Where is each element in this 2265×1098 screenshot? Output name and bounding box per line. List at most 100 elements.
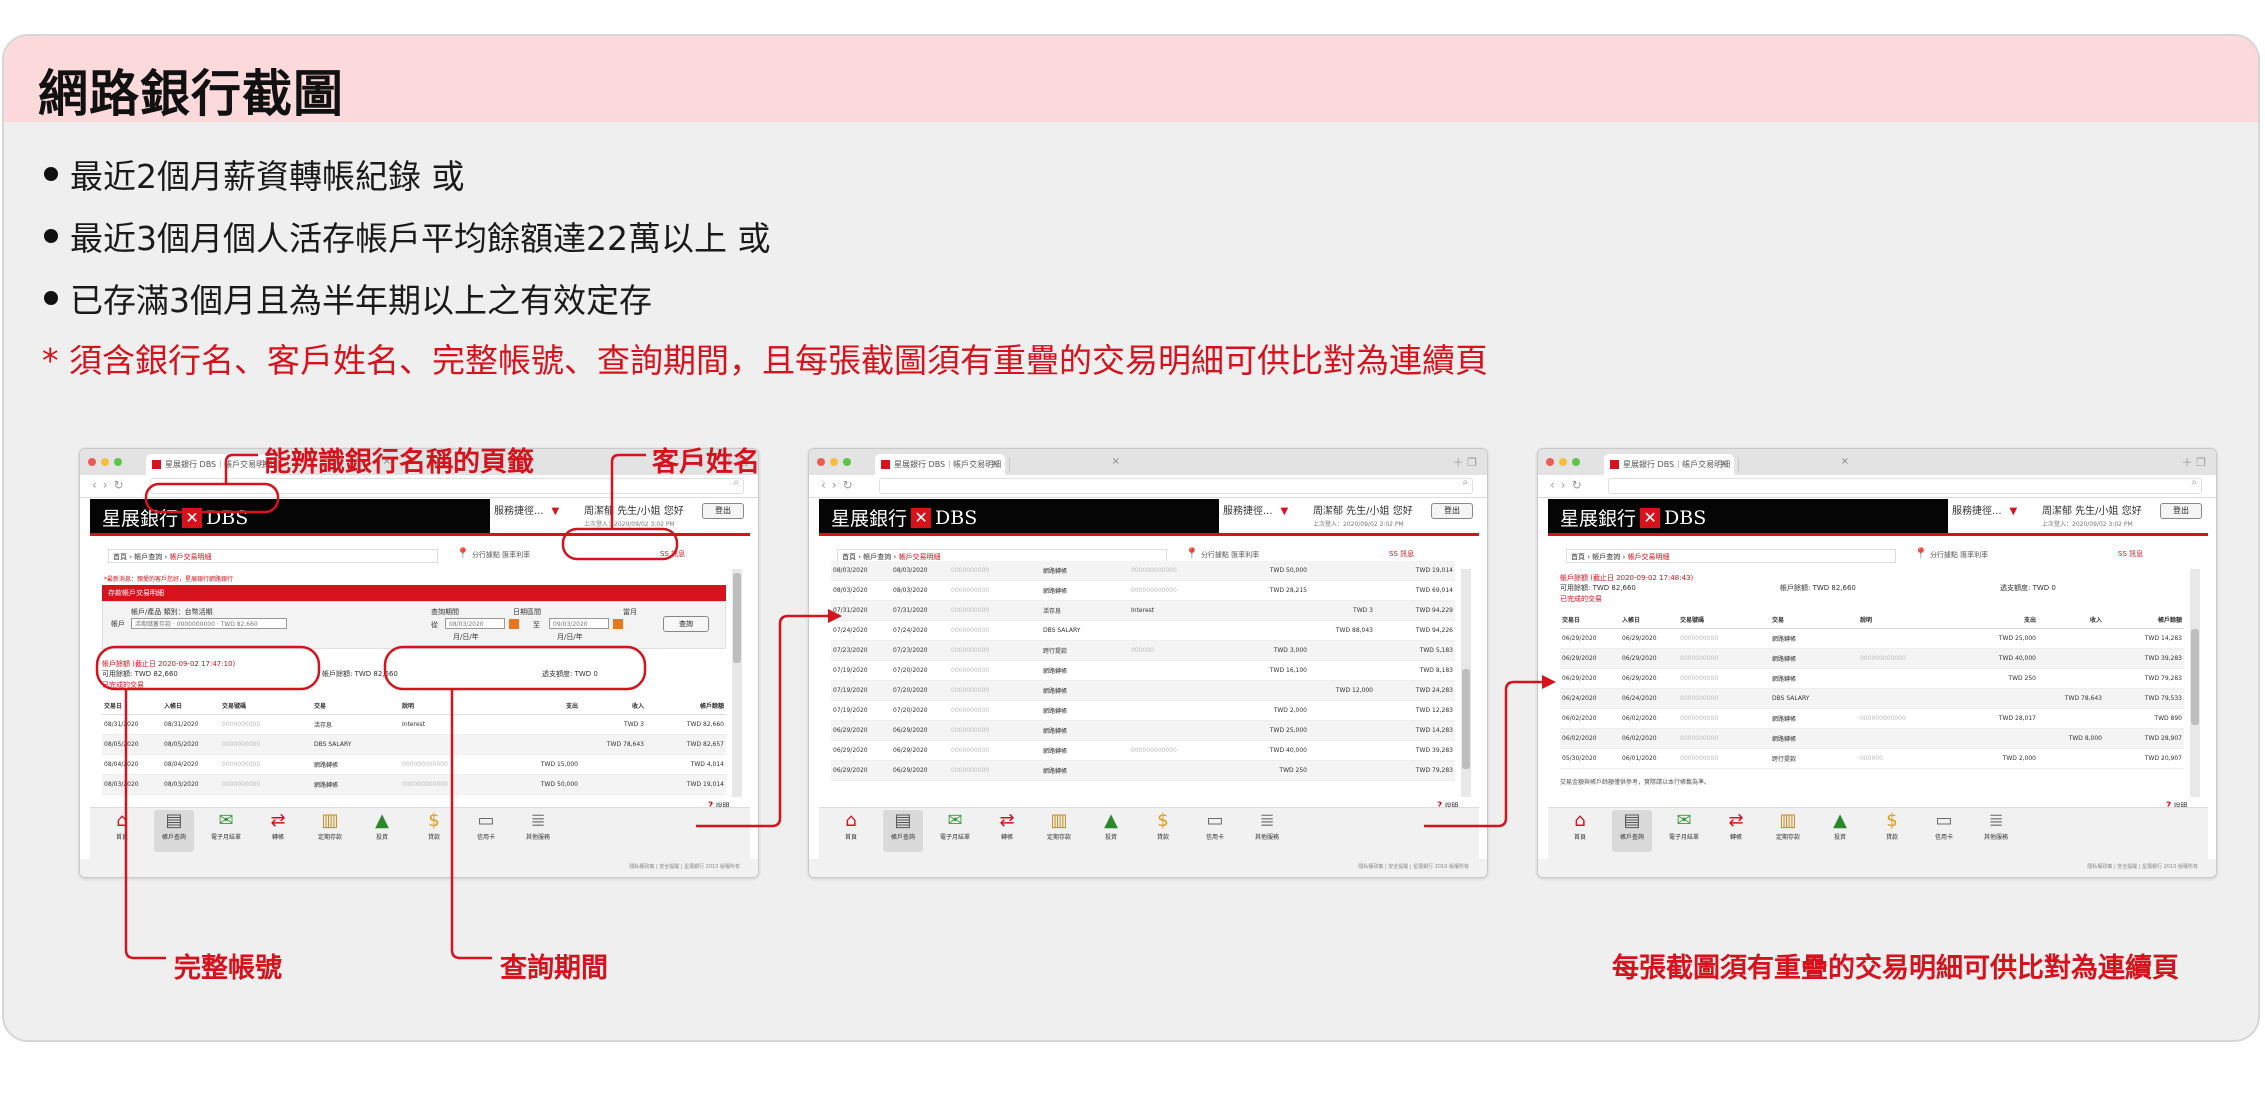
nav-8[interactable]: ≣ 其他服務 bbox=[1976, 810, 2016, 841]
utility-links[interactable]: 📍 分行據點 匯率利率 bbox=[456, 547, 530, 560]
breadcrumb-home[interactable]: 首頁 bbox=[842, 553, 856, 561]
quick-menu[interactable]: 服務捷徑... ▼ bbox=[1952, 502, 2017, 517]
new-tab-icon[interactable]: ＋ ❐ bbox=[1453, 454, 1477, 470]
table-row[interactable]: 06/29/2020 06/29/2020 0000000000 網路轉帳 TWD 25… bbox=[1560, 628, 2184, 649]
calendar-icon[interactable] bbox=[613, 619, 623, 629]
account-select[interactable]: 活期儲蓄存款 · 0000000000 · TWD 82,660 bbox=[131, 618, 287, 629]
search-icon[interactable]: ⌕ bbox=[2191, 477, 2197, 488]
maximize-dot[interactable] bbox=[1572, 458, 1580, 466]
table-row[interactable]: 07/24/2020 07/24/2020 0000000000 DBS SALARY… bbox=[831, 620, 1455, 641]
table-row[interactable]: 07/23/2020 07/23/2020 0000000000 跨行提款 000000… bbox=[831, 640, 1455, 661]
nav-1[interactable]: ▤ 帳戶查詢 bbox=[154, 810, 194, 852]
maximize-dot[interactable] bbox=[843, 458, 851, 466]
breadcrumb-home[interactable]: 首頁 bbox=[113, 553, 127, 561]
browser-tab[interactable]: 星展銀行 DBS｜帳戶交易明細 × bbox=[1604, 454, 1734, 475]
utility-links[interactable]: 📍 分行據點 匯率利率 bbox=[1914, 547, 1988, 560]
close-icon[interactable]: × bbox=[1841, 456, 1849, 467]
nav-7[interactable]: ▭ 信用卡 bbox=[1924, 810, 1964, 841]
nav-0[interactable]: ⌂ 首頁 bbox=[831, 810, 871, 841]
table-row[interactable]: 08/05/2020 08/05/2020 0000000000 DBS SALARY… bbox=[102, 734, 726, 755]
nav-6[interactable]: $ 貸款 bbox=[1143, 810, 1183, 841]
font-size-toggle[interactable]: SS 訊息 bbox=[1389, 549, 1414, 559]
nav-arrows-icon[interactable]: ‹›↻ bbox=[92, 478, 130, 492]
logout-button[interactable]: 登出 bbox=[1431, 503, 1473, 519]
to-date-input[interactable]: 09/03/2020 bbox=[549, 618, 609, 629]
scroll-thumb[interactable] bbox=[2191, 629, 2199, 725]
url-field[interactable]: ⌕ bbox=[879, 477, 1473, 494]
nav-7[interactable]: ▭ 信用卡 bbox=[1195, 810, 1235, 841]
scrollbar[interactable] bbox=[2190, 569, 2200, 797]
table-row[interactable]: 08/03/2020 08/03/2020 0000000000 網路轉帳 000000… bbox=[831, 580, 1455, 601]
nav-0[interactable]: ⌂ 首頁 bbox=[102, 810, 142, 841]
table-row[interactable]: 08/04/2020 08/04/2020 0000000000 網路轉帳 000000… bbox=[102, 754, 726, 775]
breadcrumb-home[interactable]: 首頁 bbox=[1571, 553, 1585, 561]
table-row[interactable]: 07/19/2020 07/20/2020 0000000000 網路轉帳 TWD 12… bbox=[831, 680, 1455, 701]
scroll-thumb[interactable] bbox=[1462, 669, 1470, 769]
table-row[interactable]: 07/19/2020 07/20/2020 0000000000 網路轉帳 TWD 2,… bbox=[831, 700, 1455, 721]
maximize-dot[interactable] bbox=[114, 458, 122, 466]
nav-6[interactable]: $ 貸款 bbox=[1872, 810, 1912, 841]
nav-3[interactable]: ⇄ 轉帳 bbox=[258, 810, 298, 841]
logout-button[interactable]: 登出 bbox=[2160, 503, 2202, 519]
table-row[interactable]: 08/31/2020 08/31/2020 0000000000 活存息 Interes… bbox=[102, 714, 726, 735]
close-icon[interactable]: × bbox=[991, 458, 999, 469]
nav-2[interactable]: ✉ 電子月結單 bbox=[935, 810, 975, 841]
nav-7[interactable]: ▭ 信用卡 bbox=[466, 810, 506, 841]
nav-5[interactable]: ▲ 投資 bbox=[1820, 810, 1860, 841]
table-row[interactable]: 06/29/2020 06/29/2020 0000000000 網路轉帳 TWD 25… bbox=[831, 760, 1455, 781]
table-row[interactable]: 06/29/2020 06/29/2020 0000000000 網路轉帳 000000… bbox=[1560, 648, 2184, 669]
nav-4[interactable]: ▥ 定期存款 bbox=[1768, 810, 1808, 841]
breadcrumb-query[interactable]: 帳戶查詢 bbox=[863, 553, 891, 561]
table-row[interactable]: 06/29/2020 06/29/2020 0000000000 網路轉帳 TWD 25… bbox=[1560, 668, 2184, 689]
close-icon[interactable]: × bbox=[1112, 456, 1120, 467]
scroll-thumb[interactable] bbox=[733, 573, 741, 663]
nav-8[interactable]: ≣ 其他服務 bbox=[518, 810, 558, 841]
nav-arrows-icon[interactable]: ‹›↻ bbox=[1550, 478, 1588, 492]
nav-3[interactable]: ⇄ 轉帳 bbox=[1716, 810, 1756, 841]
url-field[interactable]: ⌕ bbox=[1608, 477, 2202, 494]
close-dot[interactable] bbox=[88, 458, 96, 466]
table-row[interactable]: 06/29/2020 06/29/2020 0000000000 網路轉帳 TWD 25… bbox=[831, 720, 1455, 741]
empty-tab[interactable]: × bbox=[1738, 456, 1849, 472]
query-button[interactable]: 查詢 bbox=[663, 616, 709, 632]
breadcrumb-query[interactable]: 帳戶查詢 bbox=[134, 553, 162, 561]
nav-2[interactable]: ✉ 電子月結單 bbox=[1664, 810, 1704, 841]
table-row[interactable]: 05/30/2020 06/01/2020 0000000000 跨行提款 000000… bbox=[1560, 748, 2184, 769]
breadcrumb-query[interactable]: 帳戶查詢 bbox=[1592, 553, 1620, 561]
table-row[interactable]: 07/31/2020 07/31/2020 0000000000 活存息 Interes… bbox=[831, 600, 1455, 621]
url-field[interactable]: ⌕ bbox=[150, 477, 744, 494]
quick-menu[interactable]: 服務捷徑... ▼ bbox=[1223, 502, 1288, 517]
quick-menu[interactable]: 服務捷徑... ▼ bbox=[494, 502, 559, 517]
close-dot[interactable] bbox=[817, 458, 825, 466]
minimize-dot[interactable] bbox=[1559, 458, 1567, 466]
from-date-input[interactable]: 08/03/2020 bbox=[445, 618, 505, 629]
nav-5[interactable]: ▲ 投資 bbox=[362, 810, 402, 841]
close-dot[interactable] bbox=[1546, 458, 1554, 466]
table-row[interactable]: 07/19/2020 07/20/2020 0000000000 網路轉帳 TWD 16… bbox=[831, 660, 1455, 681]
scrollbar[interactable] bbox=[732, 569, 742, 797]
nav-4[interactable]: ▥ 定期存款 bbox=[310, 810, 350, 841]
nav-5[interactable]: ▲ 投資 bbox=[1091, 810, 1131, 841]
browser-tab[interactable]: 星展銀行 DBS｜帳戶交易明細 × bbox=[146, 454, 276, 475]
close-icon[interactable]: × bbox=[1720, 458, 1728, 469]
new-tab-icon[interactable]: ＋ ❐ bbox=[2182, 454, 2206, 470]
table-row[interactable]: 06/02/2020 06/02/2020 0000000000 網路轉帳 TWD 8,… bbox=[1560, 728, 2184, 749]
font-size-toggle[interactable]: SS 訊息 bbox=[2118, 549, 2143, 559]
utility-links[interactable]: 📍 分行據點 匯率利率 bbox=[1185, 547, 1259, 560]
nav-3[interactable]: ⇄ 轉帳 bbox=[987, 810, 1027, 841]
minimize-dot[interactable] bbox=[830, 458, 838, 466]
scrollbar[interactable] bbox=[1461, 569, 1471, 797]
empty-tab[interactable]: × bbox=[1009, 456, 1120, 472]
table-row[interactable]: 08/03/2020 08/03/2020 0000000000 網路轉帳 000000… bbox=[831, 561, 1455, 581]
nav-4[interactable]: ▥ 定期存款 bbox=[1039, 810, 1079, 841]
table-row[interactable]: 08/03/2020 08/03/2020 0000000000 網路轉帳 000000… bbox=[102, 774, 726, 795]
radio-current-month[interactable]: 當月 bbox=[623, 607, 637, 617]
nav-0[interactable]: ⌂ 首頁 bbox=[1560, 810, 1600, 841]
radio-date-range[interactable]: 日期區間 bbox=[513, 607, 541, 617]
nav-6[interactable]: $ 貸款 bbox=[414, 810, 454, 841]
nav-1[interactable]: ▤ 帳戶查詢 bbox=[1612, 810, 1652, 852]
browser-tab[interactable]: 星展銀行 DBS｜帳戶交易明細 × bbox=[875, 454, 1005, 475]
nav-2[interactable]: ✉ 電子月結單 bbox=[206, 810, 246, 841]
search-icon[interactable]: ⌕ bbox=[1462, 477, 1468, 488]
table-row[interactable]: 06/24/2020 06/24/2020 0000000000 DBS SALARY… bbox=[1560, 688, 2184, 709]
